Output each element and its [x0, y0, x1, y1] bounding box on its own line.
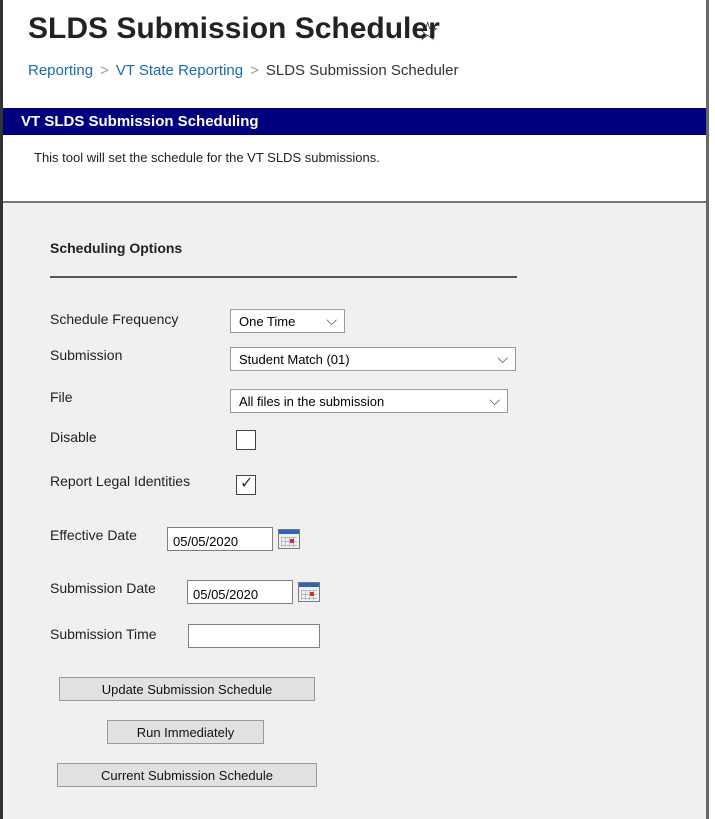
report-legal-identities-checkbox[interactable]: ✓: [236, 475, 256, 495]
submission-label: Submission: [50, 347, 123, 363]
chevron-down-icon: ⌵: [489, 392, 500, 408]
breadcrumb-separator: >: [100, 62, 109, 79]
disable-checkbox[interactable]: [236, 430, 256, 450]
effective-date-input[interactable]: [167, 527, 273, 551]
breadcrumb-reporting[interactable]: Reporting: [28, 62, 93, 79]
section-description: This tool will set the schedule for the …: [34, 150, 380, 165]
submission-date-label: Submission Date: [50, 580, 156, 596]
chevron-down-icon: ⌵: [497, 350, 508, 366]
calendar-icon[interactable]: [298, 582, 320, 602]
submission-time-label: Submission Time: [50, 626, 157, 642]
effective-date-label: Effective Date: [50, 527, 137, 543]
report-legal-identities-label: Report Legal Identities: [50, 473, 191, 489]
chevron-down-icon: ⌵: [326, 312, 337, 328]
submission-select[interactable]: Student Match (01) ⌵: [230, 347, 516, 371]
breadcrumb-current: SLDS Submission Scheduler: [265, 62, 459, 79]
calendar-icon[interactable]: [278, 529, 300, 549]
file-value: All files in the submission: [239, 394, 385, 409]
submission-time-input[interactable]: [188, 624, 320, 648]
schedule-frequency-label: Schedule Frequency: [50, 311, 179, 327]
page-title: SLDS Submission Scheduler: [28, 12, 440, 45]
current-submission-schedule-button[interactable]: Current Submission Schedule: [57, 763, 317, 787]
heading-rule: [50, 276, 517, 278]
breadcrumb-separator: >: [250, 62, 259, 79]
star-icon[interactable]: ☆: [416, 16, 439, 47]
check-icon: ✓: [240, 475, 254, 492]
update-submission-schedule-button[interactable]: Update Submission Schedule: [59, 677, 315, 701]
schedule-frequency-value: One Time: [239, 314, 296, 329]
file-select[interactable]: All files in the submission ⌵: [230, 389, 508, 413]
file-label: File: [50, 389, 73, 405]
disable-label: Disable: [50, 429, 97, 445]
submission-date-input[interactable]: [187, 580, 293, 604]
run-immediately-button[interactable]: Run Immediately: [107, 720, 264, 744]
section-title-bar: VT SLDS Submission Scheduling: [3, 108, 706, 135]
scheduling-options-heading: Scheduling Options: [50, 240, 183, 256]
submission-value: Student Match (01): [239, 352, 350, 367]
schedule-frequency-select[interactable]: One Time ⌵: [230, 309, 345, 333]
breadcrumb: Reporting > VT State Reporting > SLDS Submis…: [28, 62, 458, 79]
breadcrumb-vt-state-reporting[interactable]: VT State Reporting: [116, 62, 243, 79]
